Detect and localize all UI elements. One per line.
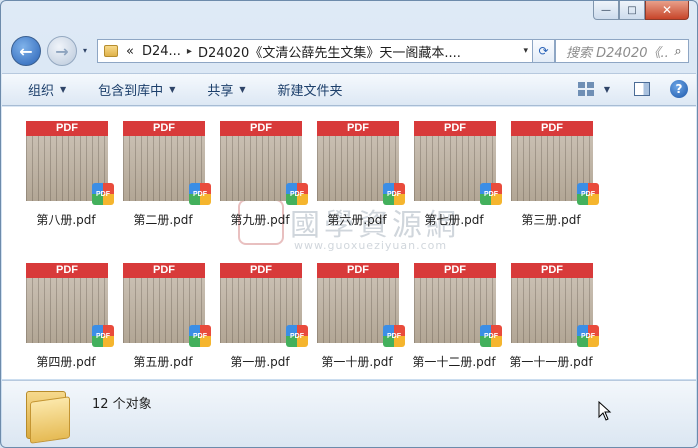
pdf-header: PDF bbox=[26, 121, 108, 136]
breadcrumb-overflow[interactable]: « bbox=[126, 44, 134, 59]
address-bar[interactable]: « D24... ▸ D24020《文清公薛先生文集》天一阁藏本.... ▾ bbox=[97, 39, 533, 63]
forward-button[interactable]: → bbox=[47, 36, 77, 66]
pdf-app-icon: PDF bbox=[92, 183, 114, 205]
preview-pane-icon[interactable] bbox=[634, 82, 650, 96]
file-name: 第一十二册.pdf bbox=[412, 355, 496, 369]
minimize-button[interactable]: — bbox=[593, 1, 619, 20]
pdf-app-icon: PDF bbox=[286, 183, 308, 205]
chevron-down-icon[interactable]: ▼ bbox=[604, 85, 610, 94]
change-view-icon[interactable] bbox=[577, 82, 594, 96]
file-name: 第九册.pdf bbox=[230, 213, 290, 227]
pdf-header: PDF bbox=[511, 121, 593, 136]
file-name: 第一十一册.pdf bbox=[509, 355, 593, 369]
pdf-app-icon: PDF bbox=[383, 325, 405, 347]
pdf-app-icon: PDF bbox=[577, 325, 599, 347]
file-name: 第一十册.pdf bbox=[321, 355, 393, 369]
organize-menu[interactable]: 组织 ▼ bbox=[2, 80, 80, 99]
pdf-header: PDF bbox=[317, 121, 399, 136]
file-name: 第五册.pdf bbox=[133, 355, 193, 369]
refresh-button[interactable]: ⟳ bbox=[533, 39, 555, 63]
breadcrumb-item[interactable]: D24020《文清公薛先生文集》天一阁藏本.... bbox=[198, 42, 461, 61]
pdf-app-icon: PDF bbox=[189, 183, 211, 205]
command-bar: 组织 ▼ 包含到库中 ▼ 共享 ▼ 新建文件夹 ▼ ? bbox=[2, 73, 696, 106]
pdf-header: PDF bbox=[511, 263, 593, 278]
file-list[interactable]: 國學資源網 www.guoxueziyuan.com PDF PDF 第八册.pdf… bbox=[2, 107, 696, 379]
file-item[interactable]: PDF PDF 第二册.pdf bbox=[115, 113, 211, 233]
pdf-app-icon: PDF bbox=[383, 183, 405, 205]
file-name: 第二册.pdf bbox=[133, 213, 193, 227]
chevron-down-icon: ▼ bbox=[169, 85, 176, 94]
file-item[interactable]: PDF PDF 第一十二册.pdf bbox=[406, 255, 502, 375]
watermark-url: www.guoxueziyuan.com bbox=[294, 239, 448, 252]
search-input[interactable]: 搜索 D24020《... ⌕ bbox=[555, 39, 689, 63]
new-folder-button[interactable]: 新建文件夹 bbox=[260, 80, 357, 99]
close-button[interactable]: ✕ bbox=[645, 1, 689, 20]
pdf-app-icon: PDF bbox=[92, 325, 114, 347]
file-name: 第四册.pdf bbox=[36, 355, 96, 369]
file-item[interactable]: PDF PDF 第一十册.pdf bbox=[309, 255, 405, 375]
file-item[interactable]: PDF PDF 第一册.pdf bbox=[212, 255, 308, 375]
pdf-app-icon: PDF bbox=[577, 183, 599, 205]
include-library-menu[interactable]: 包含到库中 ▼ bbox=[80, 80, 189, 99]
pdf-header: PDF bbox=[414, 263, 496, 278]
history-dropdown-icon[interactable]: ▾ bbox=[83, 46, 87, 55]
pdf-app-icon: PDF bbox=[286, 325, 308, 347]
file-item[interactable]: PDF PDF 第一十一册.pdf bbox=[503, 255, 599, 375]
share-label: 共享 bbox=[207, 84, 234, 99]
address-dropdown-icon[interactable]: ▾ bbox=[523, 46, 528, 56]
new-folder-label: 新建文件夹 bbox=[277, 84, 343, 99]
pdf-header: PDF bbox=[123, 121, 205, 136]
file-item[interactable]: PDF PDF 第六册.pdf bbox=[309, 113, 405, 233]
pdf-header: PDF bbox=[123, 263, 205, 278]
item-count: 12 个对象 bbox=[92, 397, 152, 412]
pdf-app-icon: PDF bbox=[480, 183, 502, 205]
folder-icon bbox=[104, 45, 118, 57]
file-item[interactable]: PDF PDF 第八册.pdf bbox=[18, 113, 114, 233]
file-item[interactable]: PDF PDF 第九册.pdf bbox=[212, 113, 308, 233]
file-item[interactable]: PDF PDF 第七册.pdf bbox=[406, 113, 502, 233]
breadcrumb-item[interactable]: D24... bbox=[142, 44, 181, 59]
file-name: 第七册.pdf bbox=[424, 213, 484, 227]
breadcrumb-separator-icon[interactable]: ▸ bbox=[187, 46, 192, 57]
explorer-window: — □ ✕ ← → ▾ « D24... ▸ D24020《文清公薛先生文集》天… bbox=[0, 0, 698, 448]
back-button[interactable]: ← bbox=[11, 36, 41, 66]
folder-icon bbox=[26, 387, 70, 444]
share-menu[interactable]: 共享 ▼ bbox=[189, 80, 259, 99]
file-name: 第一册.pdf bbox=[230, 355, 290, 369]
chevron-down-icon: ▼ bbox=[239, 85, 246, 94]
pdf-app-icon: PDF bbox=[480, 325, 502, 347]
file-item[interactable]: PDF PDF 第五册.pdf bbox=[115, 255, 211, 375]
file-name: 第三册.pdf bbox=[521, 213, 581, 227]
pdf-header: PDF bbox=[220, 121, 302, 136]
pdf-header: PDF bbox=[317, 263, 399, 278]
pdf-app-icon: PDF bbox=[189, 325, 211, 347]
chevron-down-icon: ▼ bbox=[60, 85, 67, 94]
address-row: ← → ▾ « D24... ▸ D24020《文清公薛先生文集》天一阁藏本..… bbox=[9, 34, 689, 66]
maximize-button[interactable]: □ bbox=[619, 1, 645, 20]
pdf-header: PDF bbox=[414, 121, 496, 136]
status-bar: 12 个对象 bbox=[2, 380, 696, 447]
file-name: 第六册.pdf bbox=[327, 213, 387, 227]
pdf-header: PDF bbox=[220, 263, 302, 278]
mouse-cursor-icon bbox=[598, 401, 612, 421]
file-name: 第八册.pdf bbox=[36, 213, 96, 227]
organize-label: 组织 bbox=[28, 84, 55, 99]
help-icon[interactable]: ? bbox=[670, 80, 688, 98]
toolbar-right: ▼ ? bbox=[577, 80, 688, 98]
pdf-header: PDF bbox=[26, 263, 108, 278]
file-item[interactable]: PDF PDF 第四册.pdf bbox=[18, 255, 114, 375]
caption-buttons: — □ ✕ bbox=[593, 1, 689, 21]
search-placeholder: 搜索 D24020《... bbox=[566, 45, 668, 61]
include-library-label: 包含到库中 bbox=[98, 84, 164, 99]
file-item[interactable]: PDF PDF 第三册.pdf bbox=[503, 113, 599, 233]
search-icon[interactable]: ⌕ bbox=[668, 44, 688, 59]
